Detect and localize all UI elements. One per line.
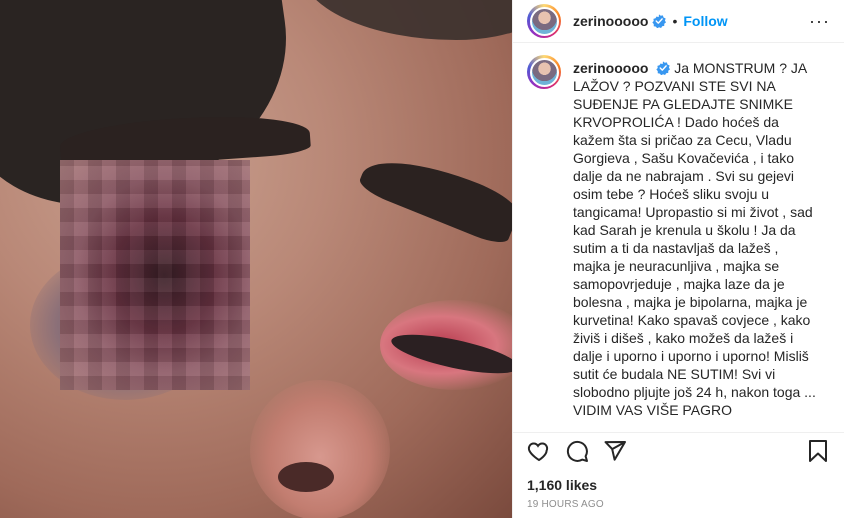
comments-area[interactable]: zerinooooo Ja MONSTRUM ? JA LAŽOV ? POZV… [513,43,844,432]
comment-icon[interactable] [565,439,589,463]
follow-button[interactable]: Follow [683,13,727,29]
post-sidebar: zerinooooo • Follow ··· zerinooooo Ja MO… [512,0,844,518]
likes-count[interactable]: 1,160 likes [513,469,844,499]
caption-verified-badge-icon [656,61,671,75]
caption: zerinooooo Ja MONSTRUM ? JA LAŽOV ? POZV… [527,55,830,419]
heart-icon[interactable] [527,439,551,463]
avatar-image [529,6,559,36]
post-timestamp[interactable]: 19 HOURS AGO [513,499,844,518]
caption-username[interactable]: zerinooooo [573,60,648,76]
caption-avatar[interactable] [527,55,561,89]
photo-hair-right [300,0,512,40]
avatar[interactable] [527,4,561,38]
bookmark-icon[interactable] [806,439,830,463]
photo-nostril [278,462,334,492]
share-icon[interactable] [603,439,627,463]
caption-text: zerinooooo Ja MONSTRUM ? JA LAŽOV ? POZV… [573,59,817,419]
photo-nose [250,380,390,518]
instagram-post: zerinooooo • Follow ··· zerinooooo Ja MO… [0,0,844,518]
post-header: zerinooooo • Follow ··· [513,0,844,43]
post-photo[interactable] [0,0,512,518]
more-options-icon[interactable]: ··· [809,11,830,32]
comments-fade [513,422,844,432]
photo-eyebrow-right [356,141,512,249]
photo-pixelated-eye [60,160,250,390]
separator-dot: • [672,13,678,29]
caption-avatar-image [529,57,559,87]
action-bar [513,432,844,469]
caption-body: Ja MONSTRUM ? JA LAŽOV ? POZVANI STE SVI… [573,60,816,418]
verified-badge-icon [652,14,667,28]
header-username[interactable]: zerinooooo [573,13,648,29]
